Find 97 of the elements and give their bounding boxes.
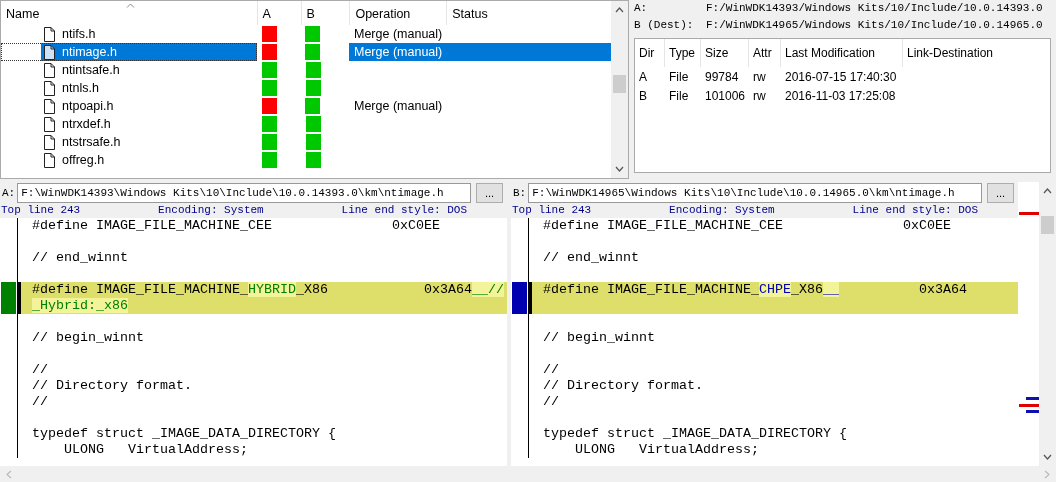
scrollbar-thumb[interactable] bbox=[1041, 216, 1054, 234]
table-cell-text: rw bbox=[752, 88, 767, 103]
code-line: // bbox=[543, 362, 559, 378]
top-line-text: Top line 243 bbox=[1, 203, 81, 218]
file-icon bbox=[44, 116, 55, 132]
column-header[interactable]: A bbox=[257, 1, 302, 25]
code-line: // bbox=[543, 394, 559, 410]
file-list-item[interactable]: ntifs.h bbox=[1, 25, 257, 43]
file-icon bbox=[44, 26, 55, 42]
encoding-text: Encoding: System bbox=[158, 203, 264, 218]
code-text: #define IMAGE_FILE_MACHINE_ bbox=[543, 282, 759, 297]
code-line: ULONG VirtualAddress; bbox=[63, 442, 248, 458]
line-end-text: Line end style: DOS bbox=[341, 203, 467, 218]
file-icon bbox=[44, 80, 55, 96]
path-text: F:/WinWDK14393/Windows Kits/10/Include/10.0.14393.0 bbox=[706, 1, 1043, 16]
file-icon bbox=[44, 98, 55, 114]
scroll-down-icon[interactable] bbox=[615, 166, 624, 172]
scrollbar-thumb[interactable] bbox=[613, 75, 626, 93]
operation-text: Merge (manual) bbox=[353, 26, 444, 43]
top-line-text: Top line 243 bbox=[512, 203, 592, 218]
scroll-up-icon[interactable] bbox=[615, 7, 624, 13]
column-header[interactable]: Name bbox=[1, 1, 258, 25]
code-line: ULONG VirtualAddress; bbox=[574, 442, 759, 458]
table-cell-text: 2016-11-03 17:25:08 bbox=[784, 88, 897, 103]
path-text: F:/WinWDK14965/Windows Kits/10/Include/10.0.14965.0 bbox=[706, 18, 1043, 33]
file-list-item[interactable]: offreg.h bbox=[1, 151, 257, 169]
sort-icon bbox=[126, 3, 135, 8]
column-header[interactable]: Status bbox=[447, 1, 611, 25]
column-header[interactable]: Last Modification bbox=[781, 39, 903, 67]
code-line: // Directory format. bbox=[543, 378, 703, 394]
file-icon bbox=[44, 134, 55, 150]
file-list-item[interactable]: ntintsafe.h bbox=[1, 61, 257, 79]
column-header[interactable]: Link-Destination bbox=[903, 39, 1013, 67]
code-line: // Directory format. bbox=[32, 378, 192, 394]
diff-marker bbox=[1019, 212, 1039, 215]
table-cell-text: A bbox=[638, 69, 648, 84]
scroll-right-icon[interactable] bbox=[1044, 469, 1050, 479]
table-cell-text: B bbox=[638, 88, 648, 103]
column-header[interactable]: Attr bbox=[749, 39, 781, 67]
code-text: _X86 0x3A64 bbox=[295, 282, 472, 297]
column-header[interactable]: Operation bbox=[350, 1, 448, 25]
code-line: // begin_winnt bbox=[32, 330, 144, 346]
file-icon bbox=[44, 152, 55, 168]
diff-overview-bar[interactable] bbox=[1018, 182, 1056, 466]
path-label: A: bbox=[634, 1, 649, 16]
code-line: // bbox=[32, 394, 48, 410]
table-cell-text: rw bbox=[752, 69, 767, 84]
file-icon bbox=[44, 62, 55, 78]
browse-button[interactable]: ... bbox=[987, 182, 1014, 203]
file-list-item[interactable]: ntrxdef.h bbox=[1, 115, 257, 133]
file-list-item[interactable]: ntimage.h bbox=[1, 43, 257, 61]
browse-button[interactable]: ... bbox=[476, 182, 503, 203]
code-line: #define IMAGE_FILE_MACHINE_CEE 0xC0EE bbox=[543, 218, 951, 234]
code-line: // end_winnt bbox=[32, 250, 128, 266]
file-list-item[interactable]: ntpoapi.h bbox=[1, 97, 257, 115]
code-line: // begin_winnt bbox=[543, 330, 655, 346]
diff-marker bbox=[1026, 397, 1039, 400]
file-list-item[interactable]: ntnls.h bbox=[1, 79, 257, 97]
path-label: B (Dest): bbox=[634, 18, 695, 33]
code-line: // end_winnt bbox=[543, 250, 639, 266]
path-field[interactable]: F:\WinWDK14965\Windows Kits\10\Include\10.0.14965.0\km\ntimage.h bbox=[528, 182, 982, 203]
code-text: #define IMAGE_FILE_MACHINE_ bbox=[32, 282, 248, 297]
table-cell-text: 101006 bbox=[704, 88, 747, 103]
diff-marker bbox=[1019, 404, 1039, 407]
changed-text: __// bbox=[471, 282, 504, 297]
scroll-up-icon[interactable] bbox=[1043, 188, 1052, 194]
table-cell-text: 2016-07-15 17:40:30 bbox=[784, 69, 898, 84]
changed-text: CHPE bbox=[758, 282, 791, 297]
code-text: 0x3A64 bbox=[917, 282, 967, 297]
code-line: typedef struct _IMAGE_DATA_DIRECTORY { bbox=[543, 426, 847, 442]
diff-marker bbox=[1026, 410, 1039, 413]
code-line: typedef struct _IMAGE_DATA_DIRECTORY { bbox=[32, 426, 336, 442]
table-cell-text: 99784 bbox=[704, 69, 740, 84]
file-list-item[interactable]: ntstrsafe.h bbox=[1, 133, 257, 151]
code-text: _X86 bbox=[790, 282, 823, 297]
path-field[interactable]: F:\WinWDK14393\Windows Kits\10\Include\10.0.14393.0\km\ntimage.h bbox=[17, 182, 471, 203]
code-line: #define IMAGE_FILE_MACHINE_CEE 0xC0EE bbox=[32, 218, 440, 234]
column-header[interactable]: Dir bbox=[635, 39, 665, 67]
column-header[interactable]: Type bbox=[665, 39, 701, 67]
operation-text: Merge (manual) bbox=[353, 98, 444, 115]
scroll-left-icon[interactable] bbox=[6, 469, 12, 479]
changed-text: __ bbox=[822, 282, 839, 297]
encoding-text: Encoding: System bbox=[669, 203, 775, 218]
vertical-scrollbar[interactable] bbox=[611, 1, 628, 178]
code-line: // bbox=[32, 362, 48, 378]
operation-text: Merge (manual) bbox=[349, 43, 611, 61]
path-label: A: bbox=[1, 186, 16, 199]
table-cell-text: File bbox=[668, 88, 690, 103]
path-label: B: bbox=[512, 186, 527, 199]
changed-text: HYBRID bbox=[247, 282, 296, 297]
line-end-text: Line end style: DOS bbox=[852, 203, 978, 218]
scroll-down-icon[interactable] bbox=[1043, 454, 1052, 460]
table-cell-text: File bbox=[668, 69, 690, 84]
file-icon bbox=[44, 44, 55, 60]
column-header[interactable]: Size bbox=[701, 39, 749, 67]
changed-text: _Hybrid:_x86 bbox=[32, 298, 128, 313]
column-header[interactable]: B bbox=[301, 1, 351, 25]
